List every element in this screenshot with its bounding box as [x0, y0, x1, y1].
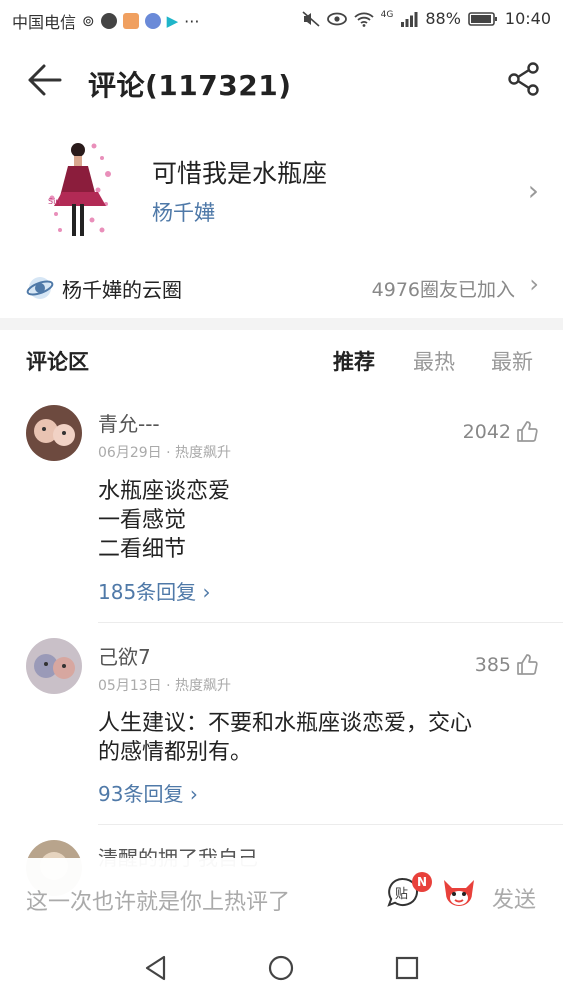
comment-body: 人生建议：不要和水瓶座谈恋爱，交心 的感情都别有。 — [98, 709, 472, 767]
back-button[interactable] — [24, 60, 64, 100]
comment-username[interactable]: 己欲7 — [98, 641, 151, 670]
nav-recents-icon[interactable] — [393, 954, 421, 982]
song-artist[interactable]: 杨千嬅 — [152, 197, 215, 227]
comment-username[interactable]: 青允--- — [98, 408, 160, 437]
sort-tab-recommended[interactable]: 推荐 — [333, 346, 375, 376]
back-arrow-icon — [28, 64, 62, 96]
sort-tab-hottest[interactable]: 最热 — [413, 346, 455, 376]
eye-icon — [326, 12, 347, 25]
thumbs-up-icon — [517, 421, 538, 442]
comment-input[interactable]: 这一次也许就是你上热评了 — [26, 884, 290, 916]
comment-line: 一看感觉 — [98, 508, 187, 533]
replies-link[interactable]: 93条回复 › — [98, 778, 198, 807]
network-label: 4G — [380, 9, 394, 20]
comment-separator — [98, 824, 563, 825]
share-icon — [508, 62, 539, 96]
swirl-icon: ⊚ — [82, 12, 95, 30]
circle-name: 杨千嬅的云圈 — [62, 278, 182, 302]
sticker-label: 贴 — [395, 887, 408, 902]
page-title: 评论(117321) — [88, 69, 292, 102]
comment-meta: 05月13日 · 热度飙升 — [98, 675, 231, 695]
comment-date: 05月13日 — [98, 678, 162, 694]
comment-tag: · 热度飙升 — [166, 678, 231, 694]
comment-area-label: 评论区 — [26, 350, 89, 374]
like-button[interactable]: 385 — [475, 653, 539, 677]
status-bar: 中国电信 ⊚ ▶ ··· 4G 88% 10:40 — [0, 0, 563, 38]
comment-line: 水瓶座谈恋爱 — [98, 479, 231, 504]
mute-icon — [302, 10, 320, 27]
share-button[interactable] — [505, 60, 543, 98]
comment-date: 06月29日 — [98, 445, 162, 461]
more-icon: ··· — [184, 11, 200, 31]
song-title: 可惜我是水瓶座 — [152, 159, 328, 188]
clock: 10:40 — [504, 9, 551, 28]
replies-count: 185条回复 — [98, 580, 197, 604]
nav-home-icon[interactable] — [267, 954, 295, 982]
carrier-label: 中国电信 — [12, 13, 77, 32]
chevron-right-icon: › — [529, 270, 539, 298]
replies-count: 93条回复 — [98, 782, 184, 806]
comment-line: 人生建议：不要和水瓶座谈恋爱，交心 — [98, 711, 473, 736]
system-nav-bar — [0, 936, 563, 1000]
chevron-right-icon: › — [527, 174, 539, 207]
signal-icon — [401, 11, 418, 27]
comment-line: 的感情都别有。 — [98, 740, 253, 765]
svg-text:Sin: Sin — [48, 197, 60, 206]
like-count: 385 — [474, 654, 511, 676]
comment-meta: 06月29日 · 热度飙升 — [98, 442, 231, 462]
comment-separator — [98, 622, 563, 623]
comment-line: 二看细节 — [98, 537, 187, 562]
wifi-icon — [354, 12, 374, 27]
chevron-right-icon: › — [202, 580, 211, 604]
video-icon: ▶ — [166, 12, 179, 30]
like-button[interactable]: 2042 — [463, 420, 539, 444]
section-divider — [0, 318, 563, 330]
comment-body: 水瓶座谈恋爱 一看感觉 二看细节 — [98, 477, 230, 564]
comment-input-bar: 这一次也许就是你上热评了 贴 N 发送 — [0, 858, 563, 934]
nav-back-icon[interactable] — [142, 954, 170, 982]
chevron-right-icon: › — [189, 782, 198, 806]
battery-percent: 88% — [425, 9, 461, 28]
avatar[interactable] — [26, 405, 82, 461]
new-badge: N — [412, 872, 432, 892]
emoji-button[interactable] — [440, 874, 478, 912]
comment-tag: · 热度飙升 — [166, 445, 231, 461]
app-icon — [122, 13, 139, 29]
album-cover: Sin — [44, 134, 116, 246]
song-card[interactable]: Sin 可惜我是水瓶座 杨千嬅 › — [0, 126, 563, 254]
fox-emoji-icon — [444, 880, 474, 906]
message-icon — [100, 13, 117, 29]
like-count: 2042 — [462, 421, 511, 443]
battery-icon — [468, 11, 497, 26]
send-button[interactable]: 发送 — [492, 882, 536, 914]
top-header: 评论(117321) — [0, 44, 563, 120]
circle-member-count: 4976圈友已加入 — [371, 279, 515, 301]
cloud-circle-icon — [26, 274, 54, 302]
cloud-circle-row[interactable]: 杨千嬅的云圈 4976圈友已加入 › — [0, 262, 563, 314]
avatar[interactable] — [26, 638, 82, 694]
music-icon — [144, 13, 161, 29]
replies-link[interactable]: 185条回复 › — [98, 576, 211, 605]
thumbs-up-icon — [517, 654, 538, 675]
sort-tab-newest[interactable]: 最新 — [491, 346, 533, 376]
